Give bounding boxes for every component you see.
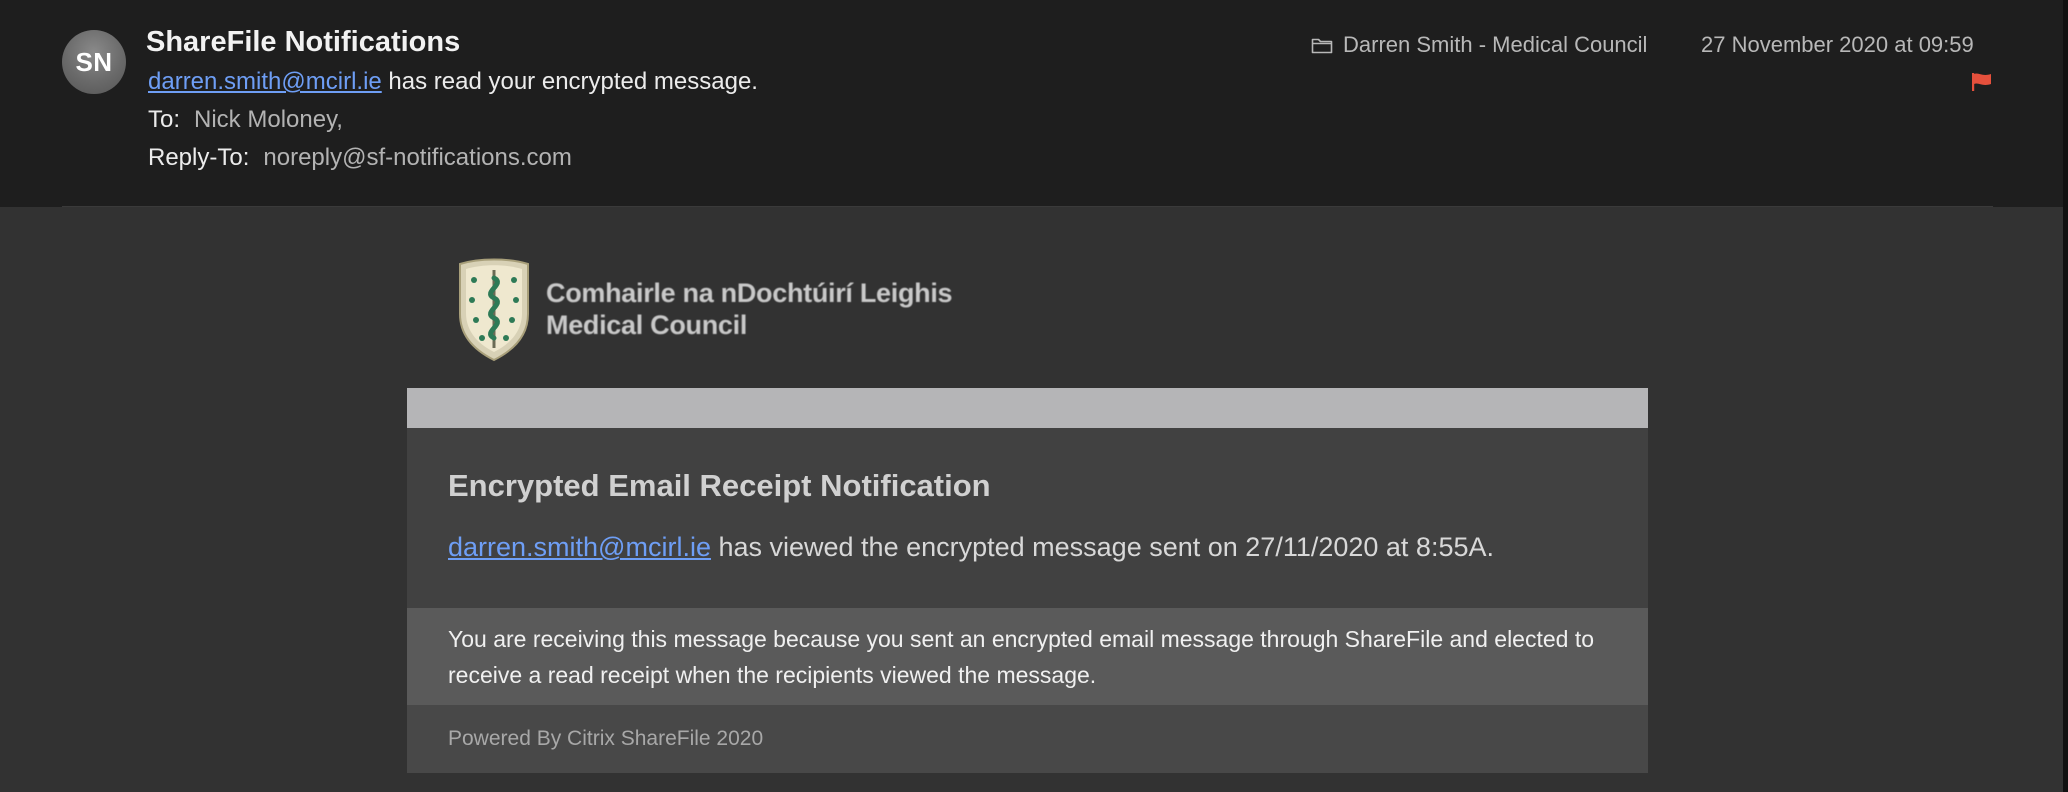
notification-card: Encrypted Email Receipt Notification dar… xyxy=(407,388,1648,773)
crest-icon xyxy=(459,258,529,362)
folder-icon xyxy=(1311,38,1333,54)
receipt-explanation: You are receiving this message because y… xyxy=(448,626,1595,688)
mailbox-folder[interactable]: Darren Smith - Medical Council xyxy=(1311,32,1647,58)
viewed-message-line: darren.smith@mcirl.ie has viewed the enc… xyxy=(448,532,1494,563)
to-label: To: xyxy=(148,106,181,133)
to-recipient[interactable]: Nick Moloney, xyxy=(194,106,343,133)
logo-text: Comhairle na nDochtúirí Leighis Medical … xyxy=(546,277,953,341)
card-top-bar xyxy=(407,388,1648,428)
viewed-text: has viewed the encrypted message sent on… xyxy=(710,532,1494,562)
subject-email-link[interactable]: darren.smith@mcirl.ie xyxy=(148,68,382,95)
reply-to-address[interactable]: noreply@sf-notifications.com xyxy=(263,144,571,171)
flag-icon[interactable] xyxy=(1971,72,1992,92)
message-date: 27 November 2020 at 09:59 xyxy=(1701,32,1974,57)
window-edge xyxy=(2063,0,2068,792)
mailbox-name: Darren Smith - Medical Council xyxy=(1343,32,1648,57)
sender-name[interactable]: ShareFile Notifications xyxy=(146,26,460,59)
card-title: Encrypted Email Receipt Notification xyxy=(448,468,991,503)
medical-council-logo: Comhairle na nDochtúirí Leighis Medical … xyxy=(454,256,953,362)
logo-line-english: Medical Council xyxy=(546,310,748,340)
powered-by-text: Powered By Citrix ShareFile 2020 xyxy=(448,727,764,750)
subject-text: has read your encrypted message. xyxy=(381,68,758,95)
to-row: To: Nick Moloney, xyxy=(148,106,343,134)
logo-line-irish: Comhairle na nDochtúirí Leighis xyxy=(546,278,953,308)
viewer-email-link[interactable]: darren.smith@mcirl.ie xyxy=(448,532,711,562)
sender-avatar[interactable]: SN xyxy=(62,30,126,94)
reply-to-row: Reply-To: noreply@sf-notifications.com xyxy=(148,144,572,172)
card-note-section: You are receiving this message because y… xyxy=(407,608,1648,705)
card-footer: Powered By Citrix ShareFile 2020 xyxy=(407,705,1648,773)
reply-to-label: Reply-To: xyxy=(148,144,250,171)
card-main-section: Encrypted Email Receipt Notification dar… xyxy=(407,428,1648,608)
message-subject: darren.smith@mcirl.ie has read your encr… xyxy=(148,68,758,96)
message-header: SN ShareFile Notifications darren.smith@… xyxy=(0,0,2063,207)
